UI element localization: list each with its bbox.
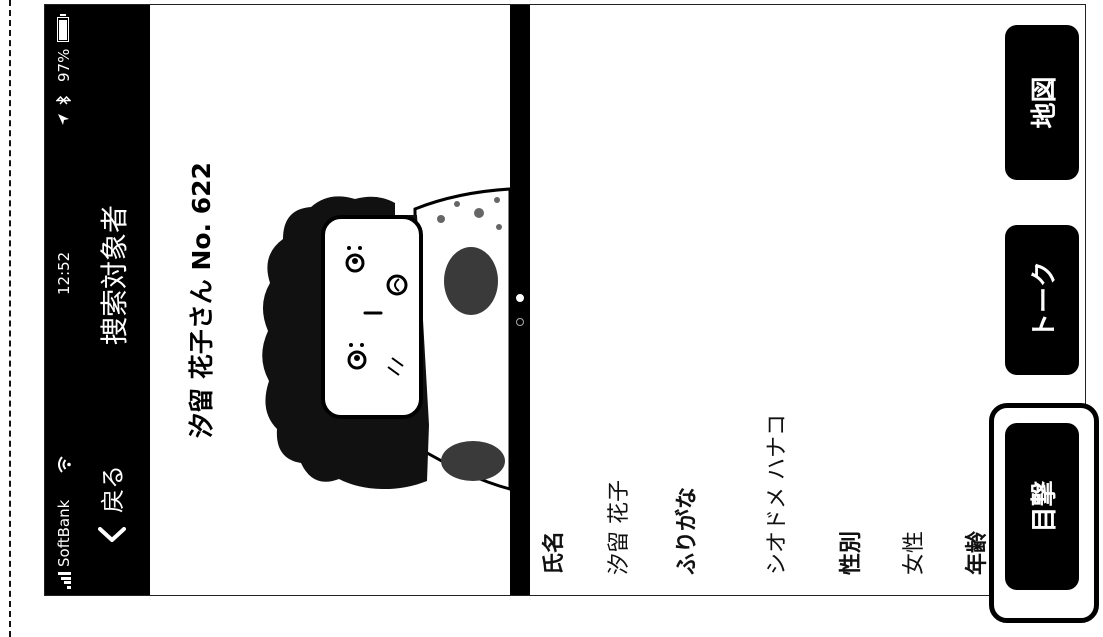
body-dot: [496, 224, 502, 230]
detail-label-gender: 性別: [839, 530, 864, 575]
wifi-icon: [58, 456, 71, 473]
detail-label-furigana: ふりがな: [675, 486, 700, 575]
page-indicator[interactable]: [510, 5, 530, 595]
detail-value-furigana: シオドメ ハナコ: [765, 414, 790, 575]
body-dot: [474, 208, 484, 218]
detail-value-name: 汐留 花子: [607, 480, 632, 575]
body-spot: [444, 247, 498, 315]
header-bar: SoftBank 12:52 97% 戻る 捜索対象者: [45, 5, 150, 595]
battery-nub: [60, 14, 66, 16]
location-arrow-icon: [58, 114, 69, 125]
status-time: 12:52: [55, 251, 73, 295]
signal-bar: [64, 581, 71, 585]
phone-screen: SoftBank 12:52 97% 戻る 捜索対象者 汐留 花子さん No. …: [43, 4, 1099, 623]
signal-bar: [61, 577, 71, 580]
profile-carousel[interactable]: 汐留 花子さん No. 622: [150, 5, 510, 595]
signal-bar: [67, 586, 71, 589]
page-dot[interactable]: [516, 294, 524, 302]
battery-icon: [57, 17, 69, 42]
signal-icon: [58, 571, 71, 589]
body-dot: [454, 201, 460, 207]
carrier-name: SoftBank: [55, 499, 73, 567]
detail-value-gender: 女性: [902, 530, 927, 575]
dashed-border-line: [9, 0, 11, 637]
detail-label-name: 氏名: [542, 530, 567, 575]
face: [321, 215, 423, 419]
character-illustration: [262, 187, 510, 491]
battery-percent: 97%: [55, 48, 73, 82]
body-dot: [437, 215, 445, 223]
sighting-button[interactable]: 目撃: [1005, 423, 1079, 590]
back-chevron-icon: [98, 527, 126, 542]
body-spot: [441, 441, 505, 481]
profile-heading: 汐留 花子さん No. 622: [187, 162, 216, 438]
back-button[interactable]: 戻る: [95, 447, 131, 547]
detail-label-age: 年齢: [965, 530, 990, 575]
signal-bar: [58, 572, 71, 576]
battery-fill: [59, 19, 67, 40]
back-button-label: 戻る: [99, 465, 127, 513]
page-dot[interactable]: [516, 318, 524, 326]
talk-button[interactable]: トーク: [1005, 225, 1079, 375]
map-button[interactable]: 地図: [1005, 25, 1079, 180]
body-dot: [494, 197, 500, 203]
bluetooth-icon: [56, 96, 71, 105]
page-title: 捜索対象者: [98, 205, 131, 346]
